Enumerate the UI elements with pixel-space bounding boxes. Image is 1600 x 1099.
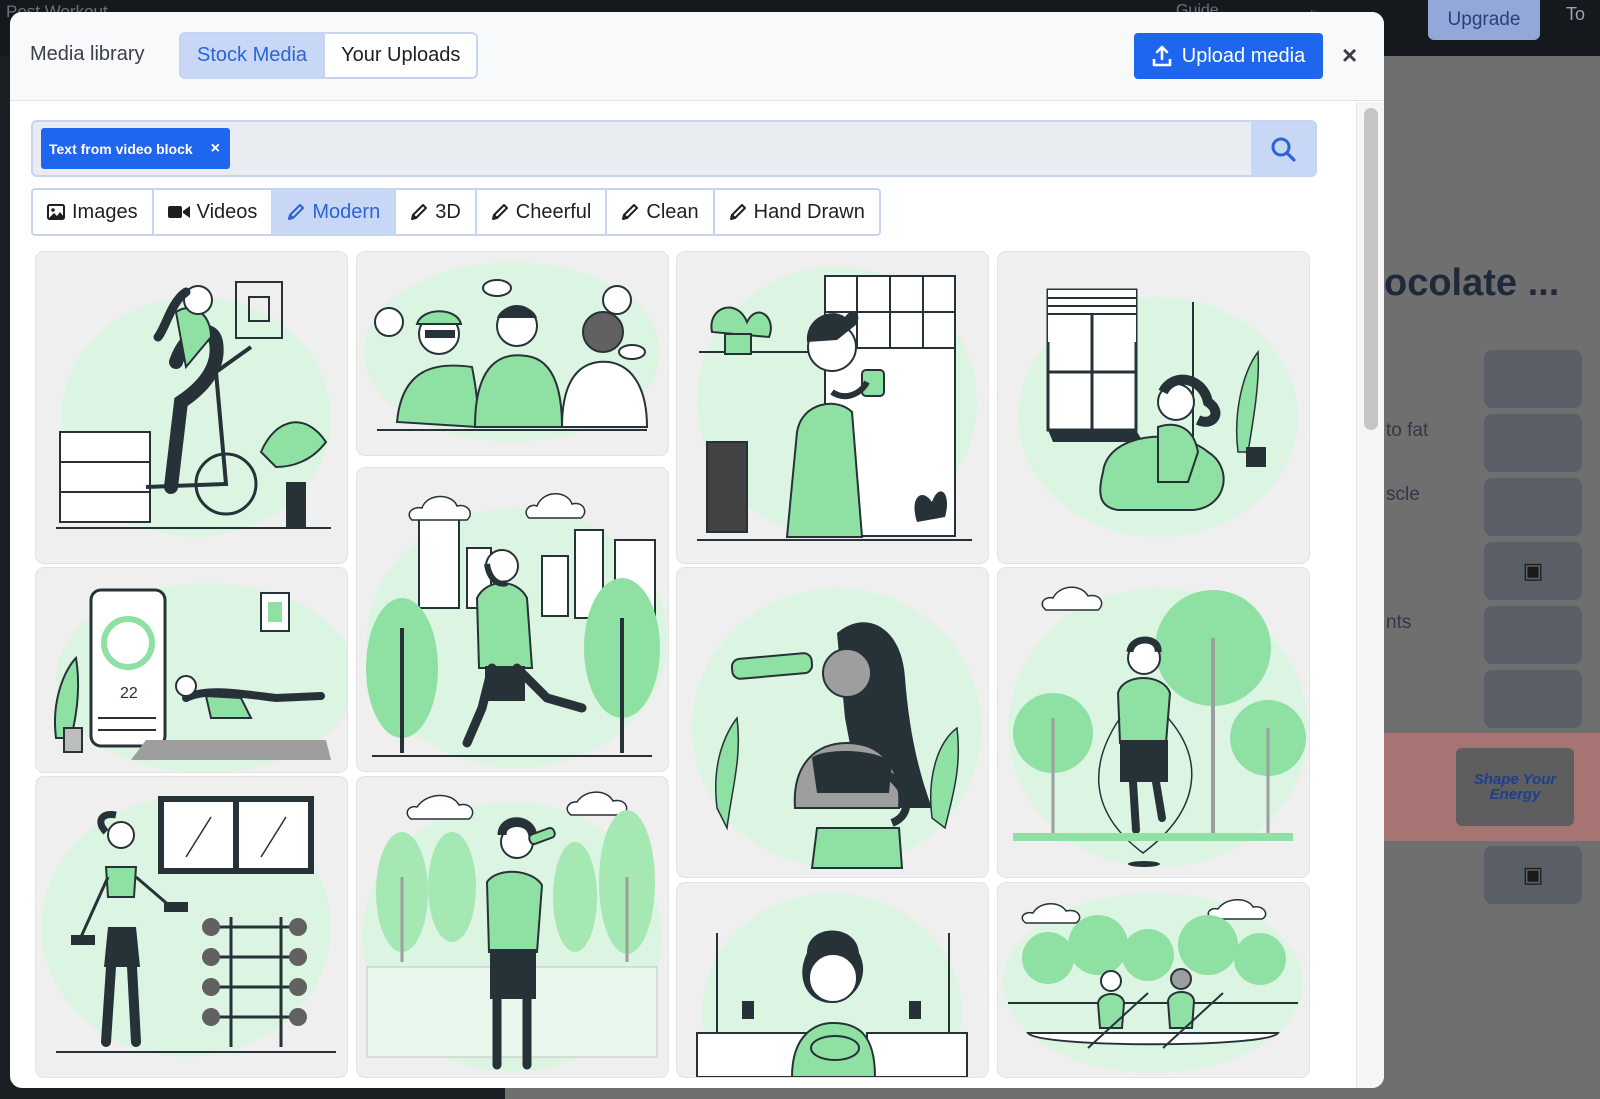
filter-cheerful[interactable]: Cheerful [474, 190, 606, 234]
filter-label: Cheerful [515, 200, 592, 223]
background-thumbnail [1484, 670, 1582, 728]
video-icon [167, 206, 190, 218]
filter-label: Videos [196, 200, 258, 223]
media-item-jogging-man[interactable] [357, 468, 668, 771]
media-item-jump-rope[interactable] [998, 568, 1309, 877]
close-icon[interactable]: × [1342, 42, 1357, 68]
background-heading: ocolate ... [1384, 262, 1560, 304]
background-image-placeholder-icon: ▣ [1484, 846, 1582, 904]
filter-modern[interactable]: Modern [271, 190, 395, 234]
filter-clean[interactable]: Clean [605, 190, 712, 234]
search-chip[interactable]: Text from video block × [41, 128, 231, 169]
background-to-label: To [1566, 4, 1586, 24]
upload-icon [1152, 45, 1172, 67]
background-upgrade-button: Upgrade [1428, 0, 1540, 40]
filter-label: 3D [435, 200, 461, 223]
media-item-fitness-app-plank[interactable]: 22 [36, 568, 347, 772]
media-item-rowing-team[interactable] [998, 883, 1309, 1077]
media-item-sports-coaches[interactable] [357, 252, 668, 455]
media-item-exercise-bike[interactable] [36, 252, 347, 563]
background-logo: Shape Your Energy [1456, 748, 1574, 826]
filter-hand-drawn[interactable]: Hand Drawn [712, 190, 879, 234]
source-tabs: Stock Media Your Uploads [179, 32, 479, 79]
pencil-icon [729, 204, 746, 220]
filter-label: Modern [312, 200, 381, 223]
media-item-woman-eating-salad[interactable] [677, 883, 988, 1077]
pencil-icon [622, 204, 639, 220]
filter-images[interactable]: Images [33, 190, 152, 234]
search-bar: Text from video block × [31, 120, 1317, 177]
media-item-woman-drinking-water[interactable] [677, 568, 988, 877]
search-icon [1271, 137, 1296, 162]
tab-stock-media[interactable]: Stock Media [181, 34, 324, 77]
pencil-icon [288, 204, 305, 220]
modal-title: Media library [30, 43, 145, 65]
media-item-man-drinking-park[interactable] [357, 777, 668, 1077]
chip-close-icon[interactable]: × [211, 140, 220, 158]
search-button[interactable] [1251, 122, 1315, 175]
tab-your-uploads[interactable]: Your Uploads [323, 34, 477, 77]
background-logo-text: Shape Your Energy [1473, 771, 1557, 803]
background-thumbnail [1484, 350, 1582, 408]
filter-3d[interactable]: 3D [394, 190, 475, 234]
background-thumbnail [1484, 414, 1582, 472]
filter-videos[interactable]: Videos [151, 190, 272, 234]
filter-label: Hand Drawn [753, 200, 865, 223]
background-text-line: to fat [1386, 420, 1429, 441]
pencil-icon [491, 204, 508, 220]
upload-media-label: Upload media [1181, 44, 1306, 67]
search-chip-label: Text from video block [49, 140, 193, 157]
media-item-woman-drinking-tea[interactable] [677, 252, 988, 563]
media-item-dumbbells[interactable] [36, 777, 347, 1077]
media-library-modal: Media library Stock Media Your Uploads U… [10, 12, 1384, 1088]
background-image-placeholder-icon: ▣ [1484, 542, 1582, 600]
image-icon [47, 204, 65, 220]
background-thumbnail [1484, 606, 1582, 664]
background-thumbnail [1484, 478, 1582, 536]
style-filters: Images Videos Modern 3D Cheerful Clean H… [31, 188, 881, 236]
background-text-line: scle [1386, 484, 1420, 505]
grid-scrollbar-thumb[interactable] [1364, 108, 1378, 430]
filter-label: Clean [646, 200, 699, 223]
modal-header: Media library Stock Media Your Uploads U… [10, 12, 1384, 101]
upload-media-button[interactable]: Upload media [1134, 33, 1323, 79]
search-input[interactable] [261, 122, 1261, 175]
background-text-line: nts [1386, 612, 1412, 633]
filter-label: Images [72, 200, 138, 223]
svg-text:22: 22 [120, 685, 138, 702]
pencil-icon [411, 204, 428, 220]
media-item-woman-by-window[interactable] [998, 252, 1309, 563]
